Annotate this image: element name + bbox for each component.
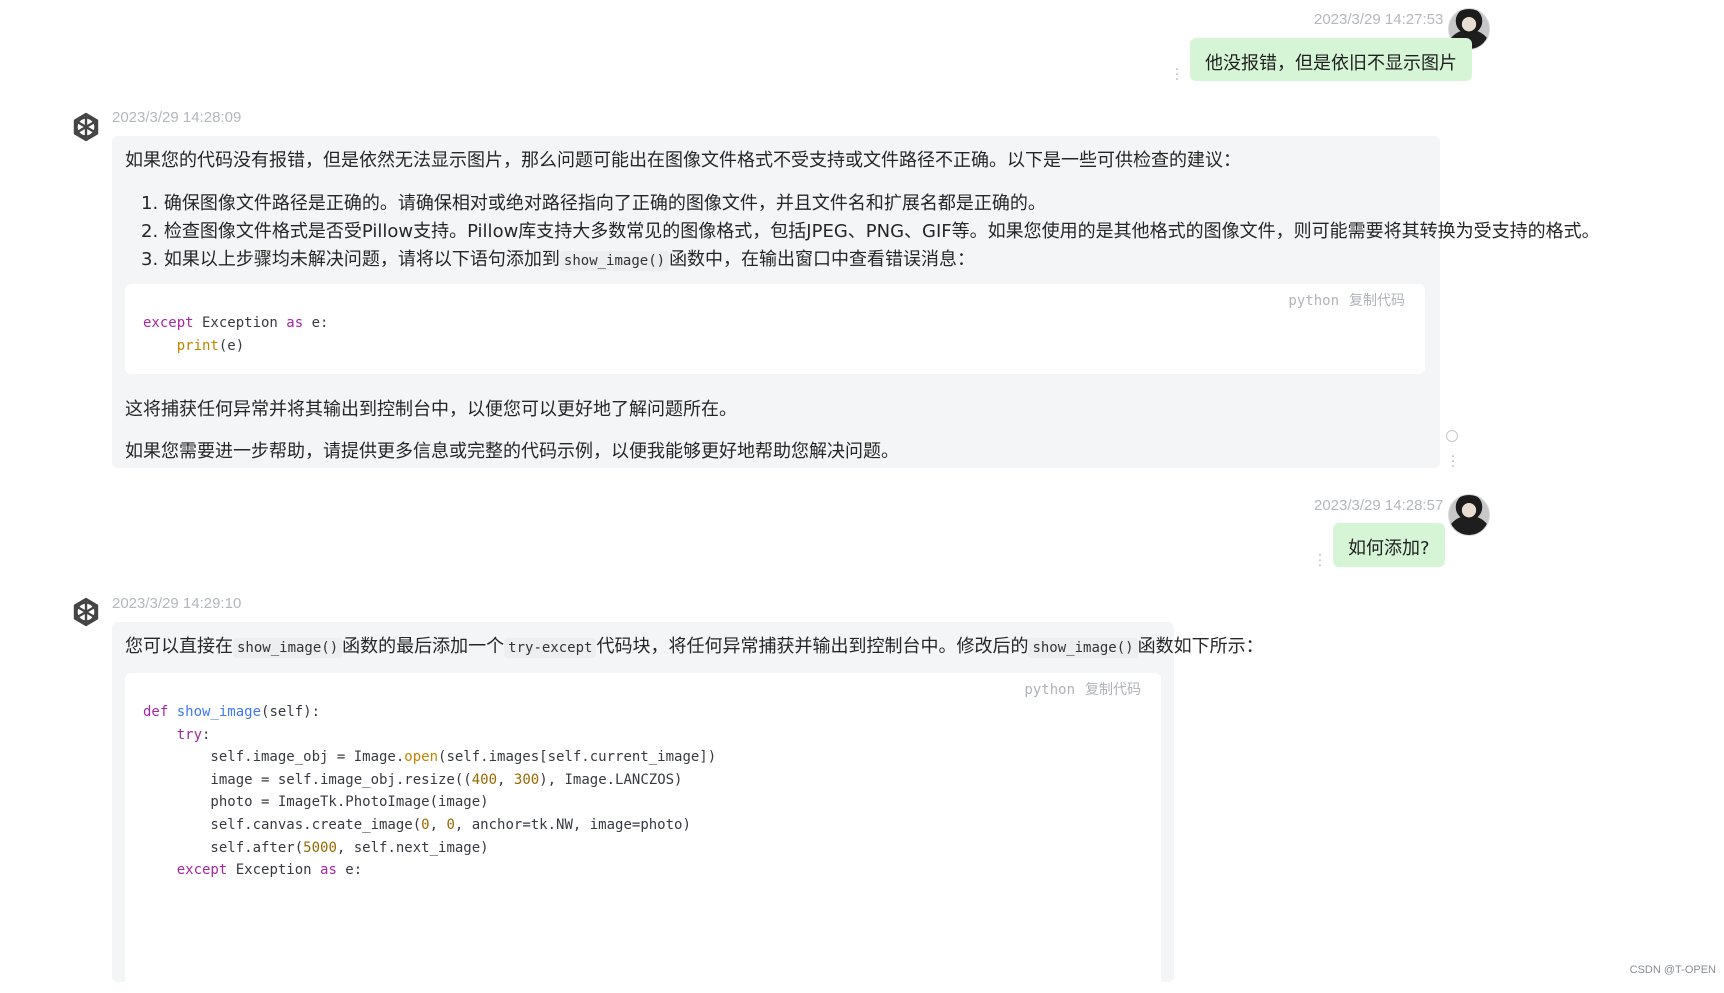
assistant-message-panel: 如果您的代码没有报错，但是依然无法显示图片，那么问题可能出在图像文件格式不受支持… — [112, 136, 1600, 468]
list-item: 3. 如果以上步骤均未解决问题，请将以下语句添加到 show_image() 函数中… — [141, 249, 976, 271]
assistant-paragraph: 这将捕获任何异常并将其输出到控制台中，以便您可以更好地了解问题所在。 — [125, 399, 737, 420]
message-timestamp: 2023/3/29 14:28:57 — [1314, 497, 1444, 514]
code-block: python 复制代码 def show_image(self): try: se… — [125, 673, 1161, 993]
list-item: 1. 确保图像文件路径是正确的。请确保相对或绝对路径指向了正确的图像文件，并且文… — [141, 193, 1046, 214]
copy-code-button[interactable]: 复制代码 — [1085, 682, 1141, 698]
more-options-icon[interactable]: · · · — [1174, 63, 1180, 87]
inline-code: try-except — [504, 638, 597, 658]
openai-logo-icon — [73, 597, 99, 627]
user-message-bubble: 如何添加? — [1333, 523, 1445, 567]
assistant-intro-text: 如果您的代码没有报错，但是依然无法显示图片，那么问题可能出在图像文件格式不受支持… — [125, 150, 1241, 171]
more-options-icon[interactable]: · · · — [1317, 549, 1323, 573]
regenerate-icon[interactable] — [1446, 430, 1458, 442]
list-item: 2. 检查图像文件格式是否受Pillow支持。Pillow库支持大多数常见的图像… — [141, 221, 1600, 242]
message-timestamp: 2023/3/29 14:28:09 — [112, 109, 242, 126]
openai-logo-icon — [73, 112, 99, 142]
user-avatar — [1448, 494, 1490, 536]
inline-code: show_image() — [1028, 638, 1138, 658]
message-timestamp: 2023/3/29 14:27:53 — [1314, 11, 1444, 28]
copy-code-button[interactable]: 复制代码 — [1349, 293, 1405, 309]
code-content: except Exception as e: print(e) — [143, 315, 329, 354]
inline-code: show_image() — [233, 638, 343, 658]
code-language-label: python — [1024, 682, 1075, 698]
watermark: CSDN @T-OPEN — [1629, 964, 1716, 976]
assistant-paragraph: 如果您需要进一步帮助，请提供更多信息或完整的代码示例，以便我能够更好地帮助您解决… — [125, 441, 899, 462]
assistant-message-panel: 您可以直接在 show_image() 函数的最后添加一个 try-except 代码块… — [112, 622, 1264, 993]
more-options-icon[interactable]: · · · — [1450, 450, 1456, 474]
code-content: def show_image(self): try: self.image_ob… — [143, 704, 717, 879]
message-timestamp: 2023/3/29 14:29:10 — [112, 595, 242, 612]
code-block: python 复制代码 except Exception as e: print(… — [125, 284, 1425, 374]
assistant-intro-text: 您可以直接在 show_image() 函数的最后添加一个 try-except 代码块… — [125, 636, 1264, 658]
user-message-bubble: 他没报错，但是依旧不显示图片 — [1190, 38, 1472, 81]
inline-code: show_image() — [559, 251, 670, 271]
code-language-label: python — [1288, 293, 1339, 309]
